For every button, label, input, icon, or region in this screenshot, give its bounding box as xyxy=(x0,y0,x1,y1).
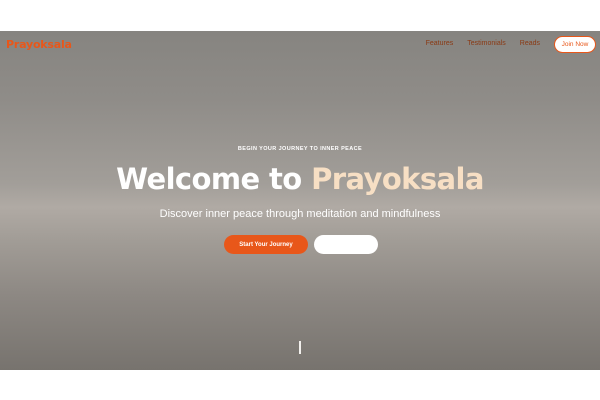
secondary-cta-button[interactable] xyxy=(314,235,378,254)
headline-brand-text: Prayoksala xyxy=(311,162,484,196)
nav-link-testimonials[interactable]: Testimonials xyxy=(467,40,506,47)
join-now-button[interactable]: Join Now xyxy=(554,36,596,53)
start-journey-button[interactable]: Start Your Journey xyxy=(224,235,308,254)
cta-row: Start Your Journey xyxy=(0,235,600,255)
hero-headline: Welcome to Prayoksala xyxy=(0,162,600,196)
hero-section: Prayoksala Features Testimonials Reads J… xyxy=(0,31,600,370)
headline-welcome-text: Welcome to xyxy=(116,162,302,196)
nav-link-reads[interactable]: Reads xyxy=(520,40,540,47)
brand-logo[interactable]: Prayoksala xyxy=(6,38,72,51)
hero-subtitle: Discover inner peace through meditation … xyxy=(159,208,441,220)
hero-eyebrow: BEGIN YOUR JOURNEY TO INNER PEACE xyxy=(237,146,363,152)
nav-links: Features Testimonials Reads xyxy=(426,40,540,47)
scroll-indicator-icon xyxy=(299,341,301,354)
top-nav: Prayoksala Features Testimonials Reads J… xyxy=(0,31,600,59)
nav-link-features[interactable]: Features xyxy=(426,40,454,47)
